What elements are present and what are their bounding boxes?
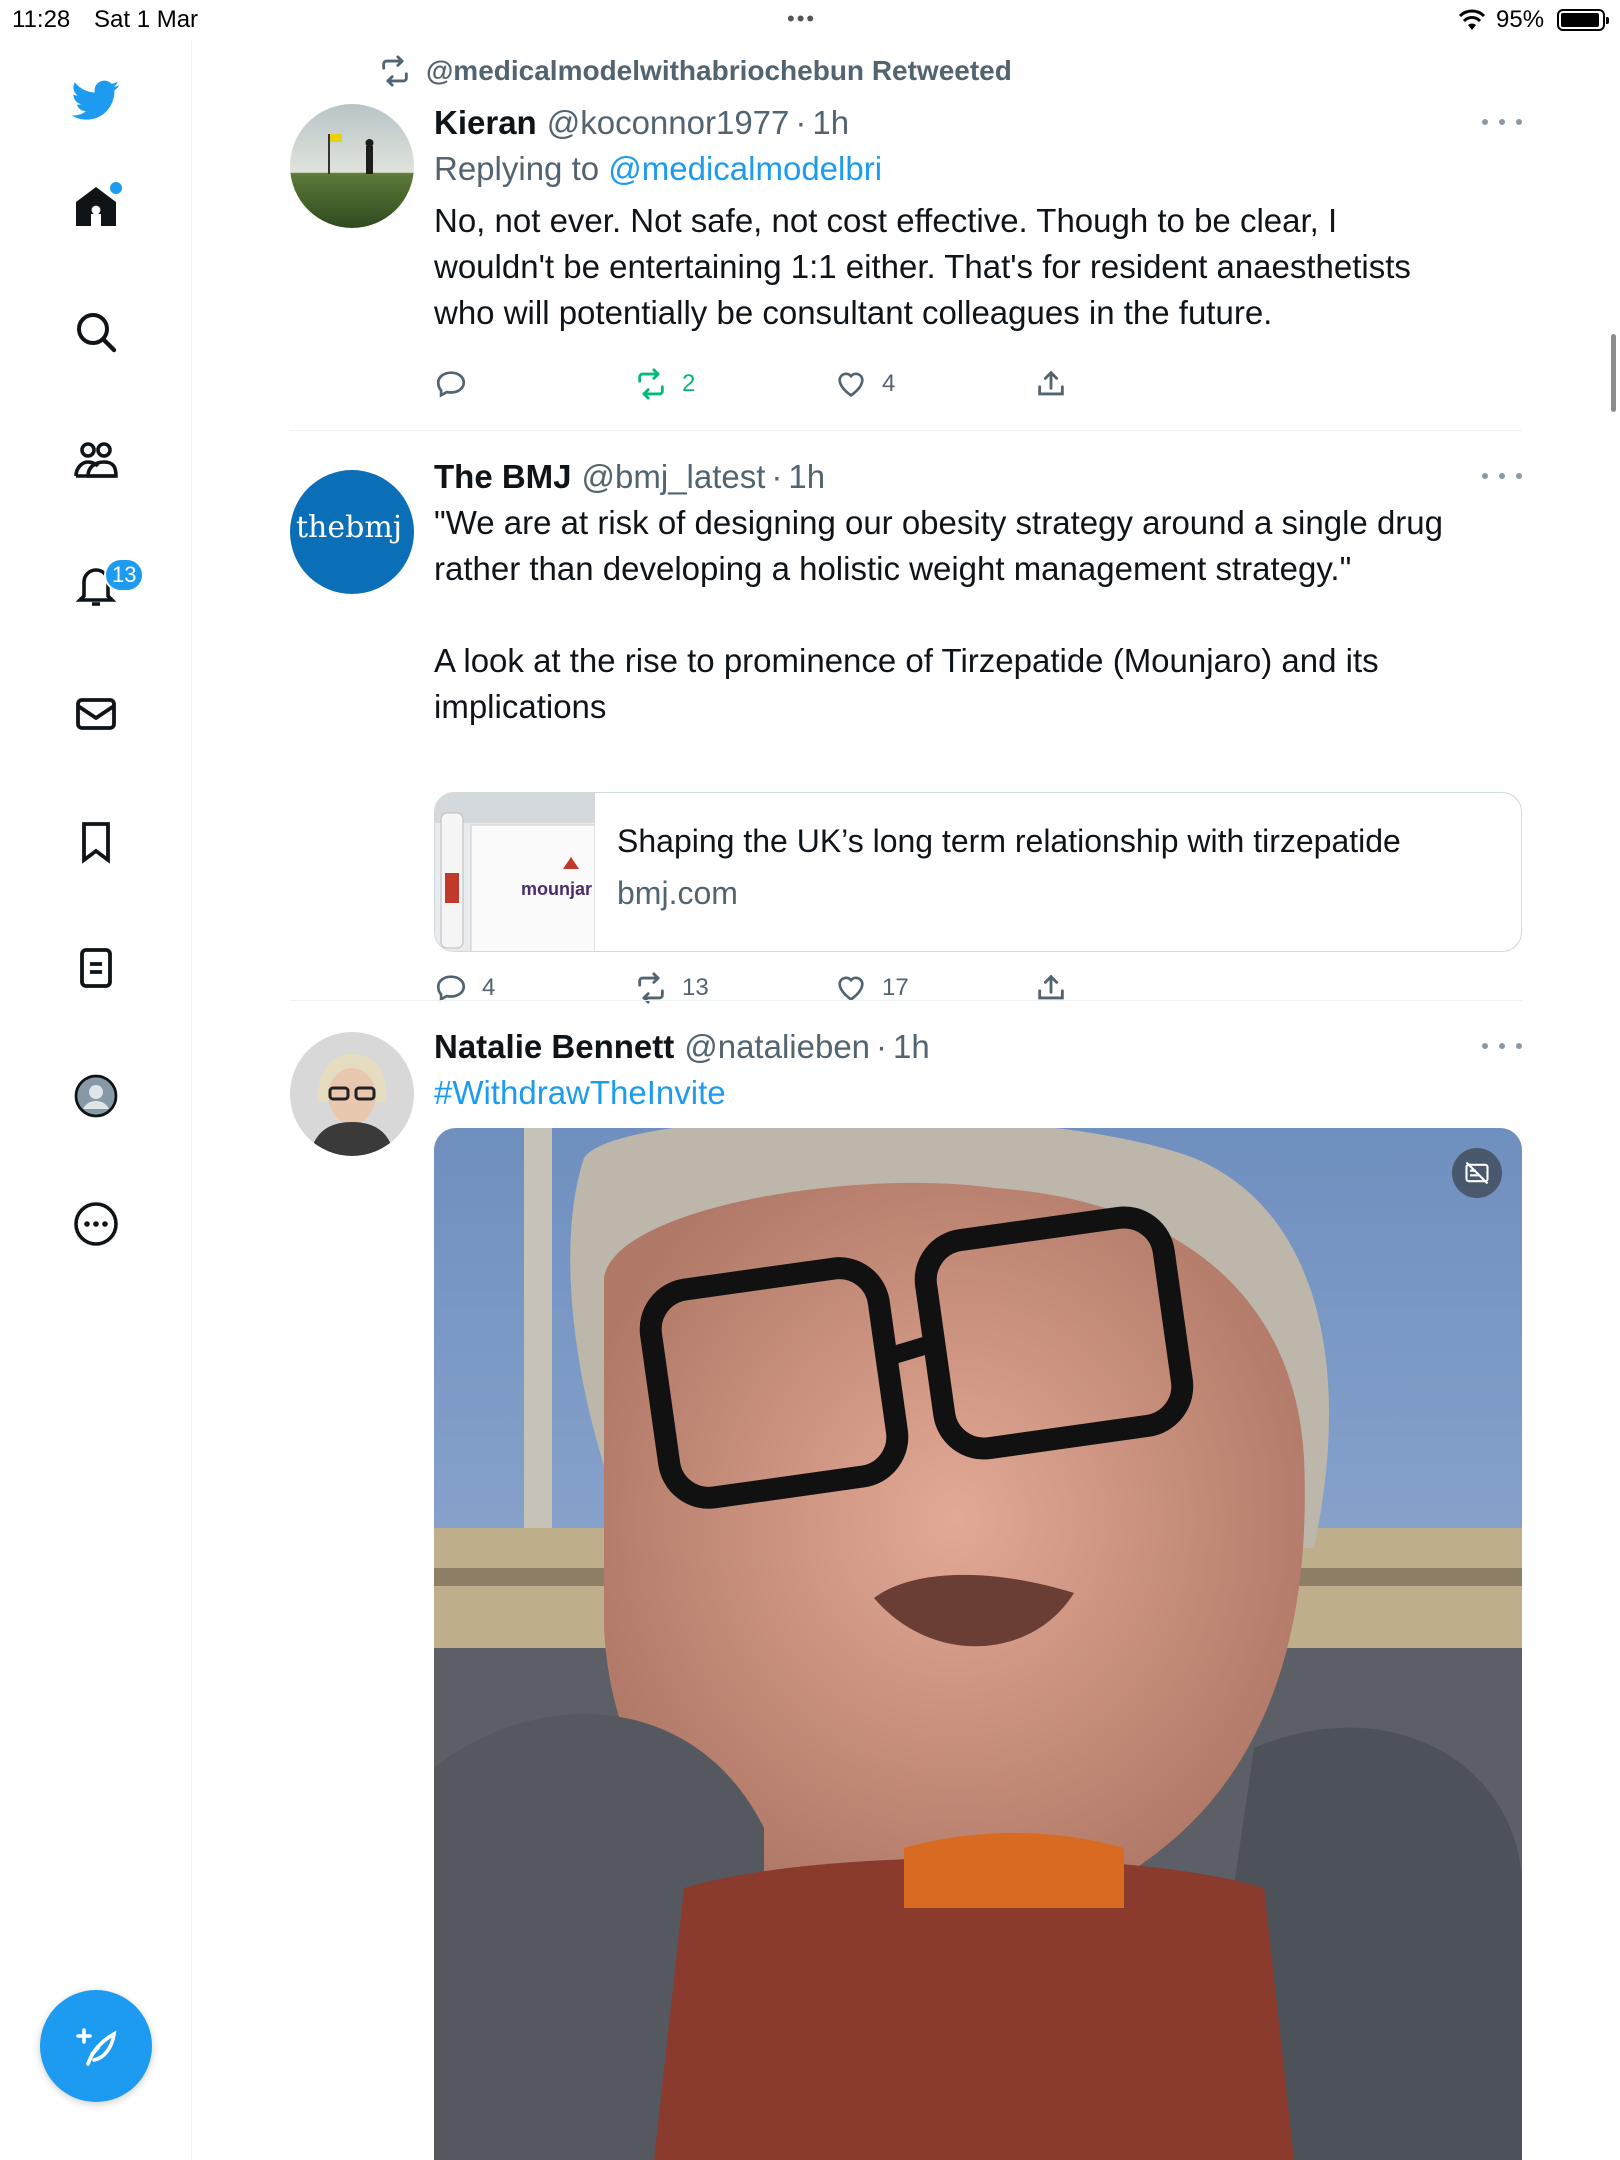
battery-percentage: 95% (1496, 6, 1545, 33)
compose-tweet-icon (76, 2028, 117, 2066)
status-date: Sat 1 Mar (94, 6, 199, 33)
share-button[interactable] (1034, 968, 1068, 1008)
link-card-domain: bmj.com (617, 875, 738, 911)
tweet[interactable]: thebmj The BMJ @bmj_latest · 1h "We are … (290, 458, 1522, 1028)
heart-icon (838, 372, 864, 397)
messages-icon[interactable] (64, 682, 128, 746)
notifications-icon[interactable]: 13 (64, 554, 145, 618)
tweet-text: "We are at risk of designing our obesity… (434, 504, 1443, 725)
retweet-count: 2 (682, 370, 696, 397)
tweet[interactable]: Natalie Bennett @natalieben · 1h #Withdr… (290, 1028, 1522, 2160)
more-options-icon[interactable] (1482, 466, 1522, 486)
like-count: 4 (882, 370, 896, 397)
tweet[interactable]: Kieran @koconnor1977 · 1h Replying to @m… (290, 104, 1522, 434)
author-handle[interactable]: @koconnor1977 (547, 104, 790, 142)
profile-icon[interactable] (64, 1064, 128, 1128)
twitter-logo-icon[interactable] (64, 68, 128, 132)
share-button[interactable] (1034, 364, 1068, 404)
more-options-icon[interactable] (1482, 112, 1522, 132)
new-content-dot (110, 182, 122, 194)
avatar[interactable] (290, 104, 414, 228)
tweet-timestamp[interactable]: 1h (893, 1028, 930, 1066)
more-options-icon[interactable] (1482, 1036, 1522, 1056)
tweet-actions: 2 4 (434, 364, 1134, 404)
battery-icon (1557, 9, 1609, 31)
link-card-title: Shaping the UK’s long term relationship … (617, 823, 1401, 859)
sensitive-media-icon[interactable] (1452, 1148, 1502, 1198)
author-name[interactable]: Kieran (434, 104, 537, 142)
like-count: 17 (882, 974, 909, 1001)
author-handle[interactable]: @natalieben (684, 1028, 870, 1066)
separator: · (876, 1028, 888, 1065)
reply-button[interactable] (434, 364, 482, 404)
bookmarks-icon[interactable] (64, 810, 128, 874)
author-name[interactable]: The BMJ (434, 458, 572, 496)
multitasking-dots-icon[interactable]: ••• (787, 6, 816, 32)
status-time: 11:28 (12, 6, 71, 33)
divider (290, 430, 1522, 431)
status-bar: 11:28 Sat 1 Mar ••• 95% (0, 0, 1620, 40)
timeline: @medicalmodelwithabriochebun Retweeted K… (192, 40, 1620, 2160)
like-button[interactable]: 4 (834, 364, 895, 404)
reply-count: 4 (482, 974, 496, 1001)
separator: · (771, 458, 783, 495)
tweet-actions: 4 13 17 (434, 968, 1134, 1008)
reply-button[interactable]: 4 (434, 968, 495, 1008)
home-icon[interactable] (64, 174, 128, 238)
tweet-timestamp[interactable]: 1h (812, 104, 849, 142)
separator: · (795, 104, 807, 141)
retweet-context: @medicalmodelwithabriochebun Retweeted (378, 54, 1012, 88)
tweet-text: No, not ever. Not safe, not cost effecti… (434, 202, 1411, 331)
replying-to-prefix: Replying to (434, 150, 609, 187)
divider (290, 1000, 1522, 1001)
search-icon[interactable] (64, 300, 128, 364)
like-button[interactable]: 17 (834, 968, 909, 1008)
link-card-image: mounjar (435, 793, 595, 951)
retweet-icon (638, 368, 664, 400)
wifi-icon (1458, 9, 1486, 30)
avatar-logo-text: thebmj (296, 510, 403, 545)
avatar[interactable]: thebmj (290, 470, 414, 594)
retweet-context-text: @medicalmodelwithabriochebun Retweeted (426, 55, 1012, 86)
link-card-image-text: mounjar (521, 879, 593, 899)
more-icon[interactable] (64, 1192, 128, 1256)
share-icon (1038, 370, 1064, 396)
scrollbar[interactable] (1611, 334, 1616, 412)
replying-to-link[interactable]: @medicalmodelbri (608, 150, 882, 187)
reply-icon (436, 371, 466, 398)
sidebar: 13 (0, 40, 192, 2160)
tweet-timestamp[interactable]: 1h (788, 458, 825, 496)
retweet-button[interactable]: 13 (634, 968, 709, 1008)
notification-count-badge: 13 (104, 558, 145, 592)
replying-to: Replying to @medicalmodelbri (434, 150, 1522, 188)
tweet-media-video[interactable] (434, 1128, 1522, 2160)
retweet-icon (382, 55, 408, 87)
author-handle[interactable]: @bmj_latest (582, 458, 766, 496)
avatar[interactable] (290, 1032, 414, 1156)
retweet-button[interactable]: 2 (634, 364, 695, 404)
compose-tweet-button[interactable] (40, 1990, 152, 2102)
hashtag-link[interactable]: #WithdrawTheInvite (434, 1074, 1522, 1112)
link-card[interactable]: mounjar Shaping the UK’s long term relat… (434, 792, 1522, 952)
lists-icon[interactable] (64, 936, 128, 1000)
retweet-count: 13 (682, 974, 709, 1001)
communities-icon[interactable] (64, 428, 128, 492)
author-name[interactable]: Natalie Bennett (434, 1028, 674, 1066)
